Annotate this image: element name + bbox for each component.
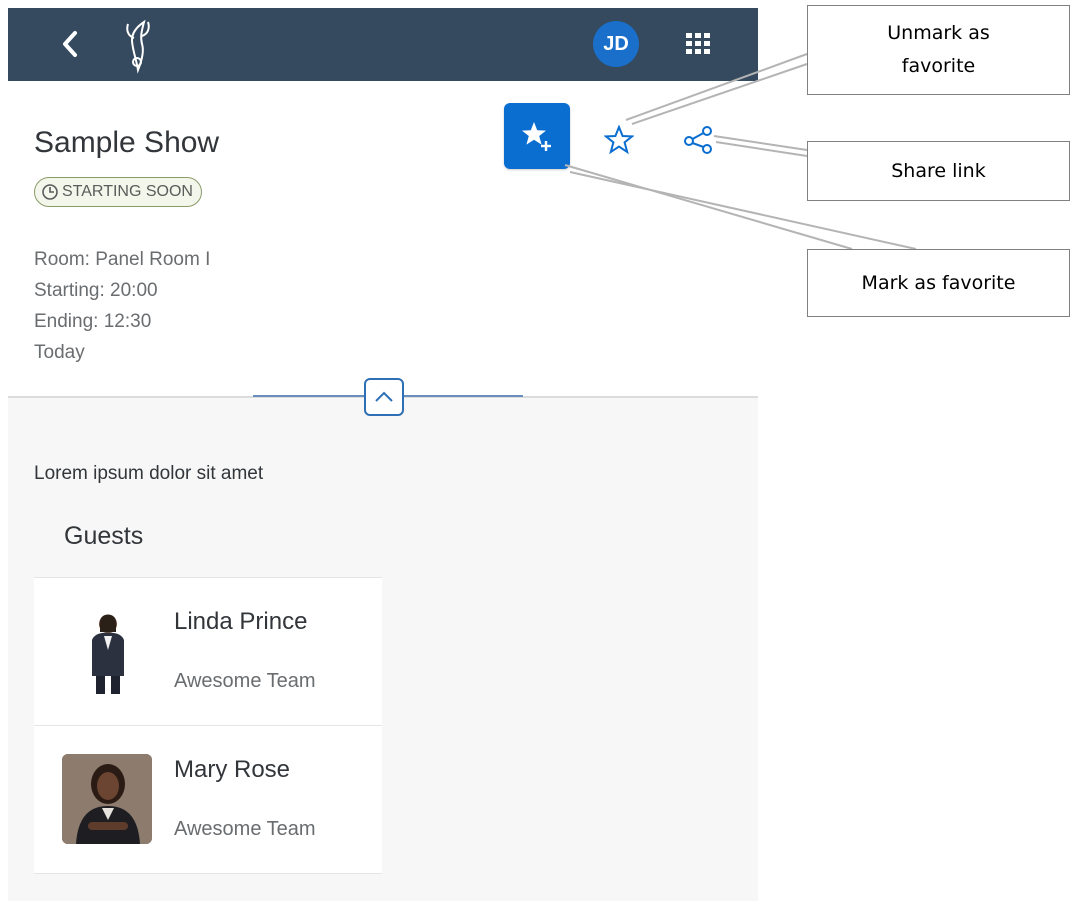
guests-heading: Guests <box>64 522 144 550</box>
guest-avatar <box>62 754 152 844</box>
star-add-icon <box>522 122 551 151</box>
back-icon <box>63 31 77 57</box>
callout-unmark-favorite: Unmark as favorite <box>807 5 1070 95</box>
back-button[interactable] <box>50 22 90 66</box>
guest-name: Mary Rose <box>174 756 291 783</box>
chevron-up-icon <box>375 391 393 402</box>
guest-list: Linda Prince Awesome Team Mary Rose Awes… <box>34 577 382 874</box>
collapse-header-button[interactable] <box>364 378 404 416</box>
room-text: Room: Panel Room I <box>34 249 211 270</box>
callout-mark-favorite: Mark as favorite <box>807 249 1070 317</box>
user-avatar-button[interactable]: JD <box>593 21 639 67</box>
unmark-favorite-button[interactable] <box>598 119 640 161</box>
star-outline-icon <box>604 125 634 155</box>
guest-avatar <box>62 606 152 696</box>
guest-list-item[interactable]: Linda Prince Awesome Team <box>34 578 382 726</box>
guest-name: Linda Prince <box>174 608 308 635</box>
shell-bar: JD <box>8 8 758 81</box>
callout-mark-text: Mark as favorite <box>861 271 1016 294</box>
share-link-button[interactable] <box>678 119 720 161</box>
mark-favorite-button[interactable] <box>504 103 570 169</box>
guest-team: Awesome Team <box>174 670 316 692</box>
clock-icon <box>42 184 58 200</box>
show-details: Room: Panel Room I Starting: 20:00 Endin… <box>34 244 210 368</box>
starting-text: Starting: 20:00 <box>34 280 158 301</box>
grid-menu-icon <box>686 33 710 54</box>
guest-list-item[interactable]: Mary Rose Awesome Team <box>34 726 382 874</box>
guest-team: Awesome Team <box>174 818 316 840</box>
show-description: Lorem ipsum dolor sit amet <box>34 463 264 484</box>
callout-share-text: Share link <box>891 159 986 182</box>
object-header: Sample Show STARTING SOON Room: Panel Ro… <box>8 81 758 416</box>
callout-share-link: Share link <box>807 141 1070 201</box>
app-window: JD Sample Show STARTING SOON Room: Panel… <box>8 8 758 901</box>
callout-unmark-text: Unmark as favorite <box>887 22 990 77</box>
page-title: Sample Show <box>34 126 220 159</box>
status-label: STARTING SOON <box>62 183 193 200</box>
status-badge: STARTING SOON <box>34 177 202 207</box>
share-icon <box>684 126 712 154</box>
ending-text: Ending: 12:30 <box>34 311 152 332</box>
day-text: Today <box>34 342 85 363</box>
app-logo-icon <box>118 18 158 74</box>
app-grid-button[interactable] <box>680 26 716 62</box>
